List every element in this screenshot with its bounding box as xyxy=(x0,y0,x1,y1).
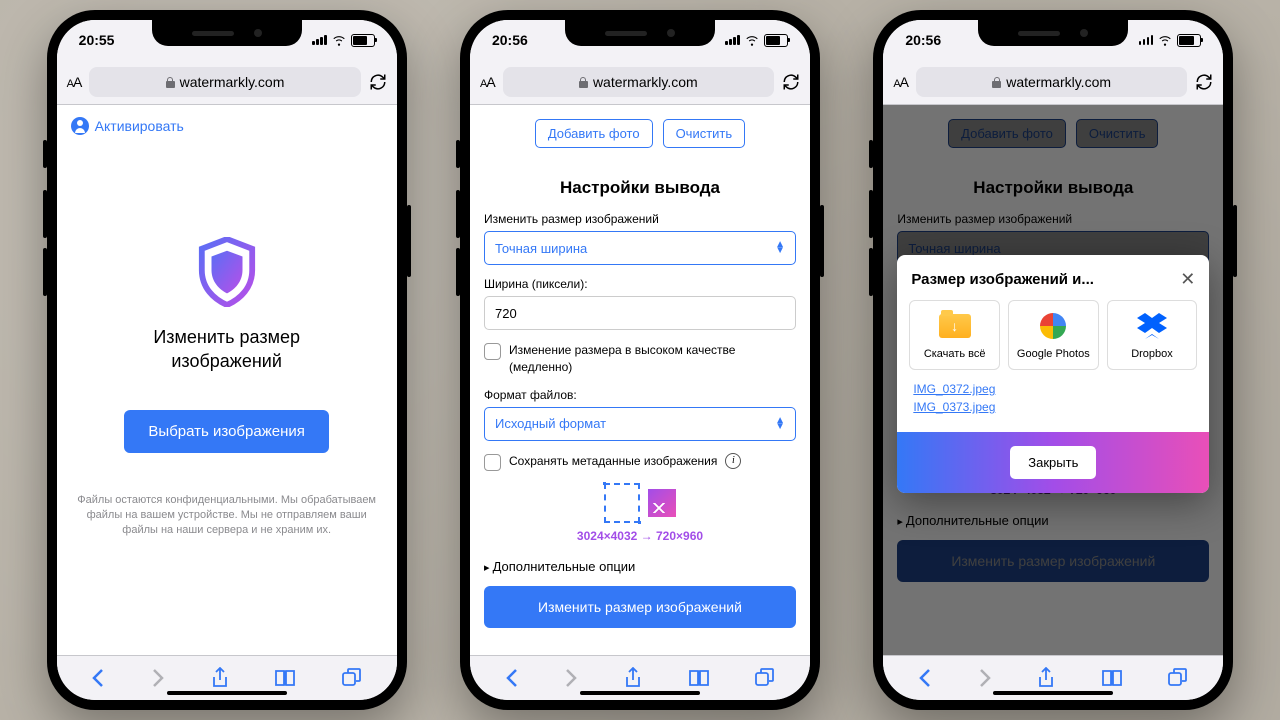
forward-icon xyxy=(151,668,165,688)
resize-mode-select[interactable]: Точная ширина ▲▼ xyxy=(484,231,796,265)
modal-close-button[interactable]: Закрыть xyxy=(1010,446,1096,479)
resize-button[interactable]: Изменить размер изображений xyxy=(484,586,796,628)
dropbox-icon xyxy=(1137,313,1167,339)
url-field[interactable]: watermarkly.com xyxy=(503,67,774,97)
url-field[interactable]: watermarkly.com xyxy=(916,67,1187,97)
lock-icon xyxy=(579,77,588,88)
notch xyxy=(152,20,302,46)
phone-frame-1: 20:55 AA watermarkly.com Активировать xyxy=(47,10,407,710)
address-bar: AA watermarkly.com xyxy=(883,60,1223,105)
tabs-icon[interactable] xyxy=(1168,668,1188,688)
forward-icon xyxy=(978,668,992,688)
bookmarks-icon[interactable] xyxy=(688,669,710,687)
notch xyxy=(978,20,1128,46)
download-modal: Размер изображений и... ✕ Скачать всё Go… xyxy=(897,255,1209,493)
share-icon[interactable] xyxy=(1037,667,1055,689)
wifi-icon xyxy=(745,33,759,47)
clock: 20:56 xyxy=(905,32,941,48)
clear-button[interactable]: Очистить xyxy=(663,119,746,148)
forward-icon xyxy=(564,668,578,688)
share-icon[interactable] xyxy=(624,667,642,689)
text-size-button[interactable]: AA xyxy=(67,74,82,90)
file-list: IMG_0372.jpeg IMG_0373.jpeg xyxy=(897,382,1209,432)
resized-size-icon xyxy=(648,489,676,517)
wifi-icon xyxy=(332,33,346,47)
width-input[interactable] xyxy=(484,296,796,330)
select-images-button[interactable]: Выбрать изображения xyxy=(124,410,328,453)
settings-heading: Настройки вывода xyxy=(484,178,796,198)
resize-mode-label: Изменить размер изображений xyxy=(484,212,796,226)
google-photos-card[interactable]: Google Photos xyxy=(1008,300,1099,370)
shield-logo-icon xyxy=(196,237,258,307)
battery-icon xyxy=(351,34,375,47)
clock: 20:55 xyxy=(79,32,115,48)
notch xyxy=(565,20,715,46)
cellular-icon xyxy=(312,35,327,45)
back-icon[interactable] xyxy=(918,668,932,688)
home-indicator xyxy=(167,691,287,695)
wifi-icon xyxy=(1158,33,1172,47)
activate-link[interactable]: Активировать xyxy=(57,105,397,147)
dropbox-card[interactable]: Dropbox xyxy=(1107,300,1198,370)
address-bar: AA watermarkly.com xyxy=(57,60,397,105)
close-icon[interactable]: ✕ xyxy=(1180,269,1195,290)
format-select[interactable]: Исходный формат ▲▼ xyxy=(484,407,796,441)
reload-icon[interactable] xyxy=(782,73,800,91)
share-icon[interactable] xyxy=(211,667,229,689)
info-icon[interactable]: i xyxy=(725,453,741,469)
google-photos-icon xyxy=(1040,313,1066,339)
cellular-icon xyxy=(1139,35,1154,45)
file-link[interactable]: IMG_0372.jpeg xyxy=(913,382,1193,396)
reload-icon[interactable] xyxy=(1195,73,1213,91)
modal-title: Размер изображений и... xyxy=(911,271,1094,288)
dimensions-text: 3024×4032 → 720×960 xyxy=(484,529,796,543)
cellular-icon xyxy=(725,35,740,45)
hq-label: Изменение размера в высоком качестве (ме… xyxy=(509,342,796,376)
format-label: Формат файлов: xyxy=(484,388,796,402)
download-folder-icon xyxy=(939,314,971,338)
page-title: Изменить размер изображений xyxy=(153,325,300,374)
phone-frame-2: 20:56 AA watermarkly.com Добавить фото О… xyxy=(460,10,820,710)
lock-icon xyxy=(992,77,1001,88)
phone-frame-3: 20:56 AA watermarkly.com Добавить фото О… xyxy=(873,10,1233,710)
width-label: Ширина (пиксели): xyxy=(484,277,796,291)
size-preview xyxy=(484,483,796,523)
address-bar: AA watermarkly.com xyxy=(470,60,810,105)
back-icon[interactable] xyxy=(91,668,105,688)
tabs-icon[interactable] xyxy=(342,668,362,688)
url-field[interactable]: watermarkly.com xyxy=(89,67,360,97)
lock-icon xyxy=(166,77,175,88)
metadata-label: Сохранять метаданные изображения xyxy=(509,453,717,470)
download-all-card[interactable]: Скачать всё xyxy=(909,300,1000,370)
file-link[interactable]: IMG_0373.jpeg xyxy=(913,400,1193,414)
chevron-updown-icon: ▲▼ xyxy=(775,418,785,430)
home-indicator xyxy=(993,691,1113,695)
text-size-button[interactable]: AA xyxy=(480,74,495,90)
bookmarks-icon[interactable] xyxy=(1101,669,1123,687)
add-photo-button[interactable]: Добавить фото xyxy=(535,119,653,148)
clock: 20:56 xyxy=(492,32,528,48)
back-icon[interactable] xyxy=(505,668,519,688)
advanced-toggle[interactable]: Дополнительные опции xyxy=(484,559,796,574)
privacy-text: Файлы остаются конфиденциальными. Мы обр… xyxy=(57,493,397,539)
hq-checkbox[interactable] xyxy=(484,343,501,360)
battery-icon xyxy=(1177,34,1201,47)
user-icon xyxy=(71,117,89,135)
bookmarks-icon[interactable] xyxy=(274,669,296,687)
original-size-icon xyxy=(604,483,640,523)
chevron-updown-icon: ▲▼ xyxy=(775,242,785,254)
reload-icon[interactable] xyxy=(369,73,387,91)
battery-icon xyxy=(764,34,788,47)
tabs-icon[interactable] xyxy=(755,668,775,688)
text-size-button[interactable]: AA xyxy=(893,74,908,90)
metadata-checkbox[interactable] xyxy=(484,454,501,471)
home-indicator xyxy=(580,691,700,695)
